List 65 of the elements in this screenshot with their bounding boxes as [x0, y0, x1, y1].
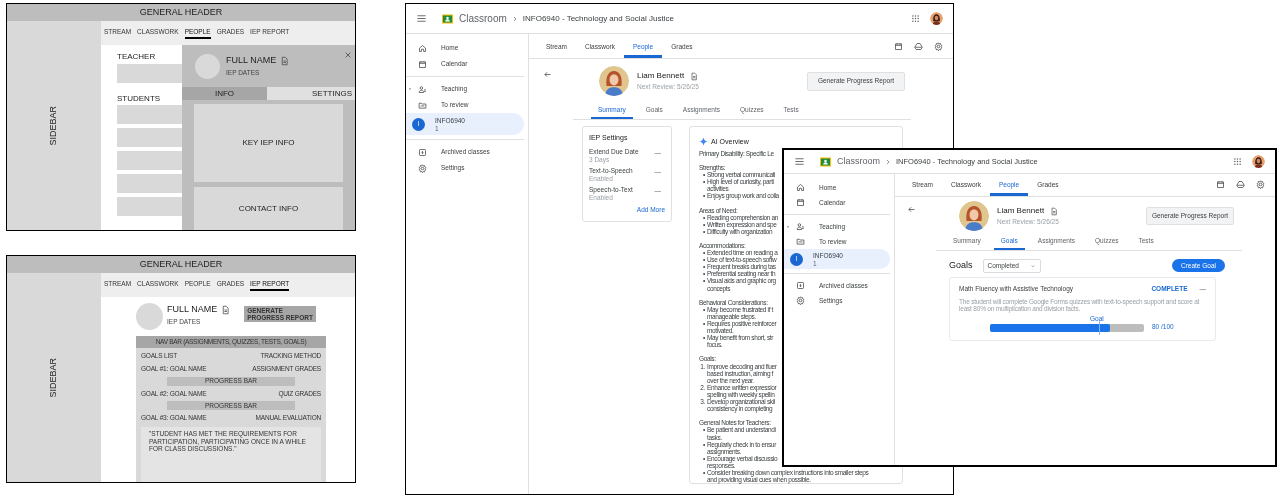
- info-section: CONTACT INFO: [194, 187, 343, 230]
- student-name: Liam Bennett: [637, 70, 685, 83]
- avatar-icon: [959, 201, 989, 231]
- document-icon: [280, 56, 290, 67]
- section-heading: STUDENTS: [117, 93, 161, 105]
- home-icon: [418, 43, 427, 53]
- archive-icon: [418, 147, 427, 157]
- people-icon: [796, 222, 805, 231]
- apps-icon[interactable]: [1233, 157, 1242, 166]
- drive-icon[interactable]: [914, 42, 923, 51]
- panel-tab[interactable]: SETTINGS: [267, 87, 355, 100]
- calendar-icon: [418, 59, 427, 69]
- list-row: [117, 151, 182, 170]
- app-name[interactable]: Classroom: [459, 11, 507, 26]
- list-row: [117, 128, 182, 147]
- account-avatar-icon[interactable]: [930, 12, 943, 25]
- list-row: [117, 105, 182, 124]
- home-icon: [796, 183, 805, 192]
- folder-icon: [796, 237, 805, 246]
- info-section: KEY IEP INFO: [194, 104, 343, 182]
- app-name[interactable]: Classroom: [837, 154, 880, 169]
- section-heading: TEACHER: [117, 51, 156, 63]
- calendar-icon: [796, 198, 805, 207]
- sidebar-label: SIDEBAR: [47, 105, 60, 146]
- document-icon[interactable]: [690, 71, 699, 81]
- list-row: [117, 197, 182, 216]
- header-bar: GENERAL HEADER: [7, 256, 355, 273]
- chevron-icon: [884, 157, 892, 166]
- back-arrow-icon[interactable]: [907, 205, 916, 214]
- logo-icon: [819, 155, 832, 168]
- calendar-icon[interactable]: [1216, 180, 1225, 189]
- avatar-icon: [195, 53, 220, 79]
- settings-icon: [796, 296, 805, 305]
- menu-icon[interactable]: [416, 13, 427, 24]
- header-bar: GENERAL HEADER: [7, 4, 355, 21]
- document-icon: [221, 304, 231, 315]
- settings-icon[interactable]: [934, 42, 943, 51]
- settings-icon: [418, 163, 427, 173]
- sparkle-icon: [699, 136, 708, 146]
- back-arrow-icon[interactable]: [543, 70, 552, 79]
- archive-icon: [796, 281, 805, 290]
- drive-icon[interactable]: [1236, 180, 1245, 189]
- goal-marker-line: [1099, 320, 1100, 335]
- sidebar-label: SIDEBAR: [47, 357, 60, 398]
- caret-icon: [1029, 262, 1036, 269]
- menu-icon[interactable]: [794, 156, 805, 167]
- full-name: FULL NAME: [226, 54, 277, 68]
- close-icon[interactable]: [344, 51, 352, 59]
- settings-icon[interactable]: [1256, 180, 1265, 189]
- account-avatar-icon[interactable]: [1252, 155, 1265, 168]
- goals-heading: Goals: [949, 259, 973, 272]
- panel-tab[interactable]: INFO: [182, 87, 267, 100]
- full-name: FULL NAME: [167, 303, 218, 316]
- logo-icon: [441, 12, 454, 25]
- apps-icon[interactable]: [911, 14, 920, 23]
- student-name: Liam Bennett: [997, 205, 1045, 218]
- avatar-icon: [136, 303, 163, 330]
- list-row: [117, 174, 182, 193]
- people-icon: [418, 84, 427, 94]
- avatar-icon: [599, 66, 629, 96]
- calendar-icon[interactable]: [894, 42, 903, 51]
- folder-icon: [418, 100, 427, 110]
- course-title: INFO6940 - Technology and Social Justice: [522, 12, 674, 25]
- list-row: [117, 64, 182, 83]
- document-icon[interactable]: [1050, 206, 1059, 216]
